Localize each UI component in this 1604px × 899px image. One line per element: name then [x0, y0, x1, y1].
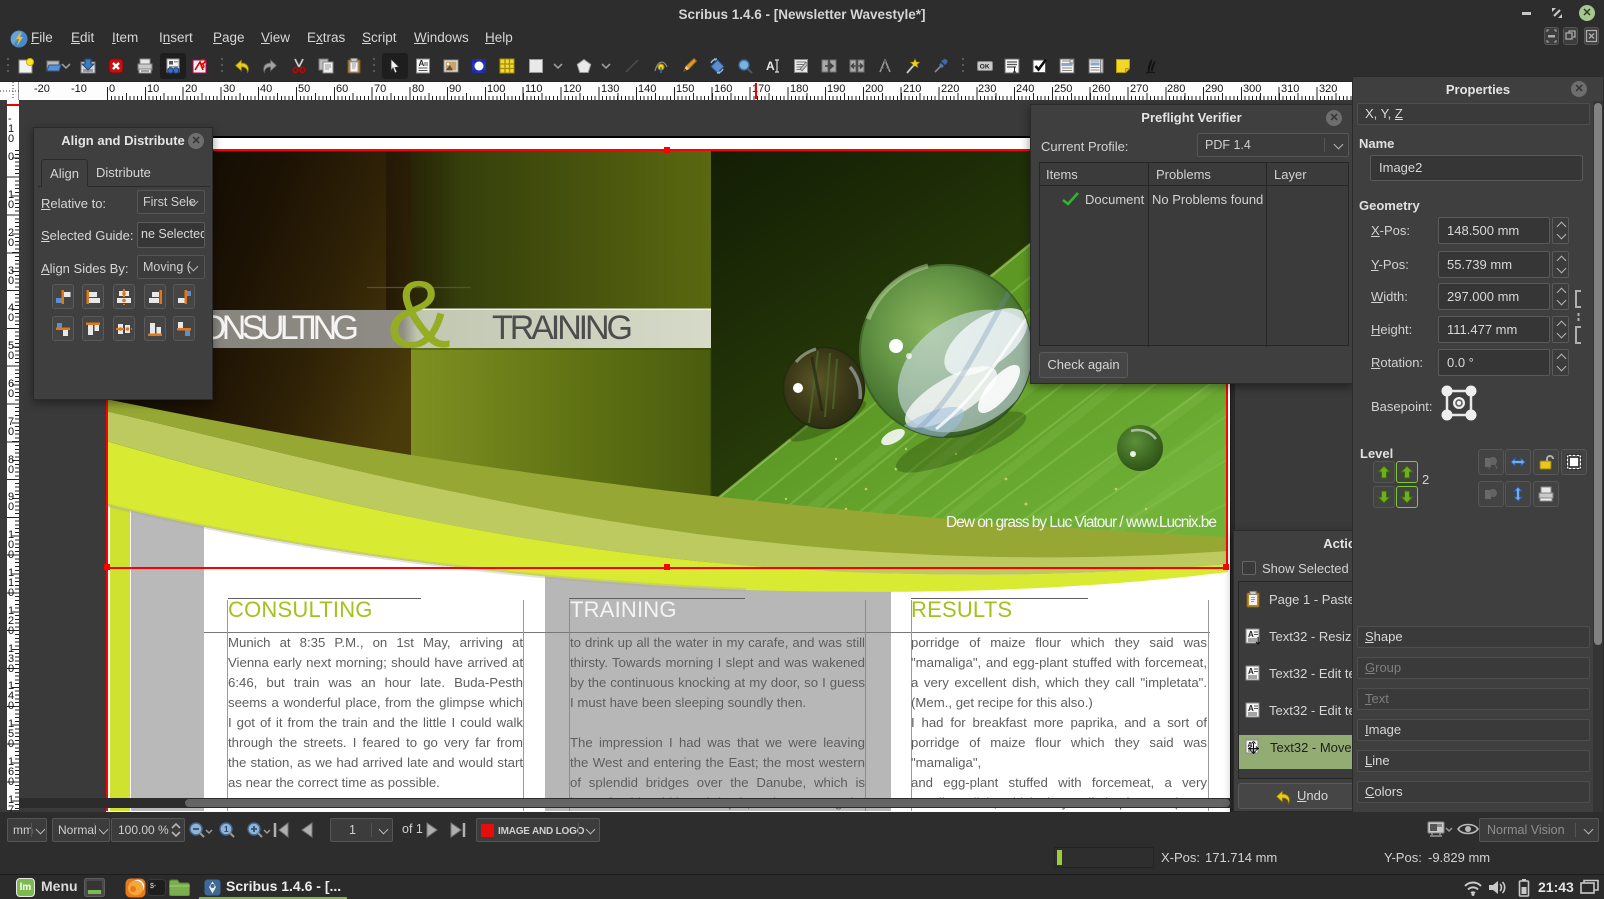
svg-text:A: A: [1248, 704, 1254, 713]
svg-text:&: &: [387, 261, 451, 368]
svg-text:A: A: [419, 59, 425, 68]
svg-text:A: A: [1248, 667, 1254, 676]
svg-text:A: A: [766, 59, 775, 73]
svg-text:A: A: [1248, 630, 1254, 639]
svg-text:$-: $-: [150, 883, 157, 890]
svg-text:Dew on grass by Luc Viatour /: Dew on grass by Luc Viatour / www.Lucnix…: [946, 514, 1217, 531]
svg-text:TRAINING: TRAINING: [492, 309, 634, 347]
svg-text:OK: OK: [980, 64, 990, 71]
svg-text:1: 1: [224, 825, 229, 834]
